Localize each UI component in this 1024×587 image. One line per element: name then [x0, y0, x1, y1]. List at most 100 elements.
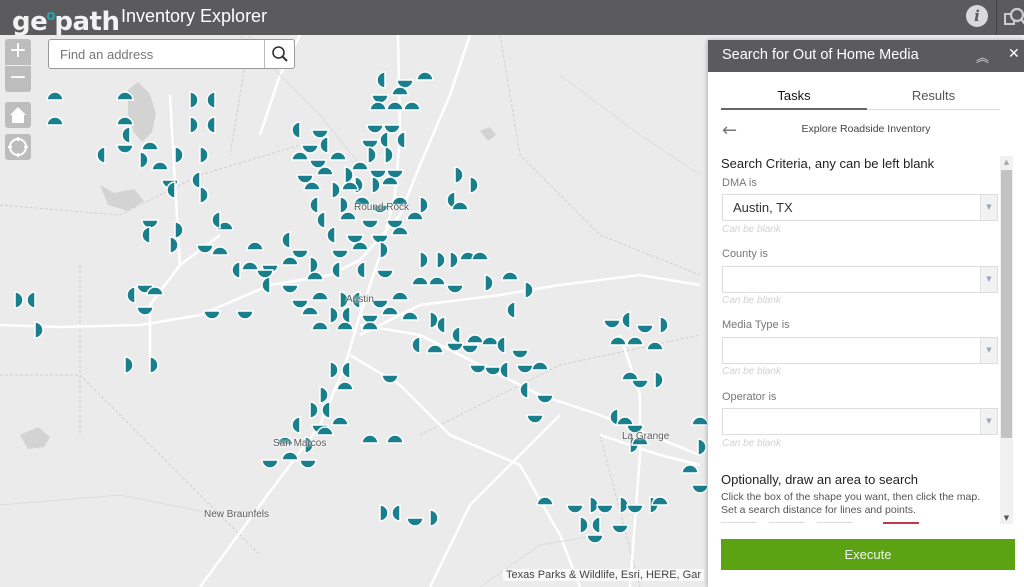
media-marker[interactable] [361, 321, 379, 331]
media-marker[interactable] [336, 381, 354, 391]
media-marker[interactable] [646, 341, 664, 351]
media-marker[interactable] [291, 151, 309, 161]
media-marker[interactable] [46, 91, 64, 101]
media-marker[interactable] [691, 416, 709, 426]
media-marker[interactable] [309, 196, 319, 214]
media-marker[interactable] [141, 141, 159, 151]
media-marker[interactable] [34, 321, 44, 339]
media-marker[interactable] [659, 316, 669, 334]
media-marker[interactable] [603, 319, 621, 329]
media-marker[interactable] [406, 517, 424, 527]
media-marker[interactable] [403, 101, 421, 111]
media-marker[interactable] [174, 221, 184, 239]
media-marker[interactable] [384, 146, 394, 164]
media-marker[interactable] [451, 326, 461, 344]
media-marker[interactable] [621, 311, 631, 329]
media-marker[interactable] [449, 251, 459, 269]
panel-scrollbar[interactable]: ▲ ▼ [1000, 156, 1013, 524]
media-marker[interactable] [291, 121, 301, 139]
media-marker[interactable] [596, 504, 614, 514]
media-marker[interactable] [454, 166, 464, 184]
tab-results[interactable]: Results [867, 88, 1000, 110]
media-marker[interactable] [379, 504, 389, 522]
media-marker[interactable] [419, 196, 429, 214]
media-marker[interactable] [366, 124, 384, 134]
draw-line-button[interactable] [769, 522, 805, 524]
media-marker[interactable] [361, 219, 379, 229]
media-marker[interactable] [311, 321, 329, 331]
close-icon[interactable]: ✕ [1008, 46, 1020, 62]
dma-select[interactable]: Austin, TX ▼ [722, 194, 998, 221]
media-marker[interactable] [121, 126, 131, 144]
media-type-select[interactable]: ▼ [722, 337, 998, 364]
media-marker[interactable] [326, 226, 336, 244]
media-marker[interactable] [246, 241, 264, 251]
media-marker[interactable] [516, 364, 534, 374]
media-marker[interactable] [309, 401, 319, 419]
collapse-icon[interactable]: ︽ [976, 47, 989, 66]
media-marker[interactable] [211, 246, 229, 256]
media-marker[interactable] [291, 249, 309, 259]
media-marker[interactable] [631, 379, 649, 389]
scroll-down-arrow[interactable]: ▼ [1000, 512, 1013, 524]
media-marker[interactable] [429, 509, 439, 527]
operator-select[interactable]: ▼ [722, 408, 998, 435]
media-marker[interactable] [351, 161, 369, 171]
media-marker[interactable] [329, 151, 347, 161]
media-marker[interactable] [331, 261, 341, 279]
media-marker[interactable] [311, 291, 329, 301]
scroll-up-arrow[interactable]: ▲ [1000, 156, 1013, 168]
media-marker[interactable] [331, 416, 349, 426]
media-marker[interactable] [174, 146, 184, 164]
media-marker[interactable] [261, 276, 271, 294]
media-marker[interactable] [46, 116, 64, 126]
zoom-out-button[interactable]: − [5, 66, 31, 92]
media-marker[interactable] [616, 416, 634, 426]
scroll-thumb[interactable] [1001, 170, 1012, 438]
media-marker[interactable] [446, 284, 464, 294]
media-marker[interactable] [371, 176, 381, 194]
media-marker[interactable] [206, 91, 216, 109]
media-marker[interactable] [319, 136, 329, 154]
media-marker[interactable] [149, 356, 159, 374]
media-marker[interactable] [231, 261, 241, 279]
media-marker[interactable] [331, 181, 341, 199]
media-marker[interactable] [356, 261, 366, 279]
media-marker[interactable] [341, 306, 351, 324]
media-marker[interactable] [329, 361, 339, 379]
media-marker[interactable] [428, 276, 446, 286]
media-marker[interactable] [281, 256, 299, 266]
media-marker[interactable] [511, 349, 529, 359]
media-marker[interactable] [536, 394, 554, 404]
media-marker[interactable] [379, 241, 389, 259]
media-marker[interactable] [391, 291, 409, 301]
draw-polygon-button[interactable] [817, 522, 853, 524]
zoom-in-button[interactable]: + [5, 39, 31, 65]
media-marker[interactable] [381, 306, 399, 316]
media-marker[interactable] [124, 356, 134, 374]
media-marker[interactable] [436, 251, 446, 269]
media-marker[interactable] [116, 144, 134, 154]
media-marker[interactable] [466, 334, 484, 344]
media-marker[interactable] [281, 284, 299, 294]
media-marker[interactable] [339, 196, 349, 214]
media-marker[interactable] [501, 271, 519, 281]
media-marker[interactable] [566, 504, 584, 514]
media-marker[interactable] [469, 364, 487, 374]
media-marker[interactable] [261, 459, 279, 469]
media-marker[interactable] [151, 161, 169, 171]
media-marker[interactable] [189, 116, 199, 134]
media-marker[interactable] [411, 336, 421, 354]
search-distance-field[interactable] [883, 522, 919, 524]
media-marker[interactable] [291, 416, 301, 434]
media-marker[interactable] [203, 310, 221, 320]
media-marker[interactable] [281, 231, 291, 249]
media-marker[interactable] [281, 451, 299, 461]
media-marker[interactable] [691, 484, 709, 494]
media-marker[interactable] [376, 269, 394, 279]
media-marker[interactable] [697, 438, 707, 456]
media-marker[interactable] [211, 211, 221, 229]
media-marker[interactable] [141, 226, 151, 244]
media-marker[interactable] [681, 464, 699, 474]
media-marker[interactable] [626, 336, 644, 346]
